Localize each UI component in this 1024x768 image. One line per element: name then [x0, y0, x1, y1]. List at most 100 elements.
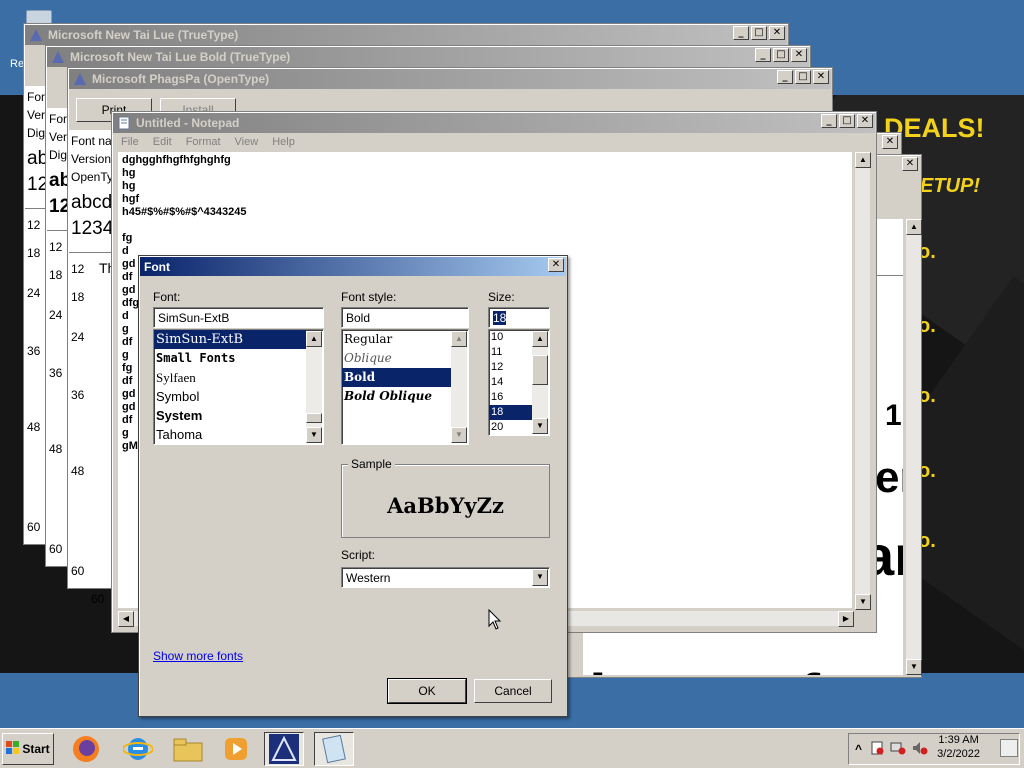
- style-list-scrollbar[interactable]: ▲ ▼: [451, 331, 467, 443]
- title-bar[interactable]: Untitled - Notepad: [113, 113, 875, 133]
- show-desktop-icon[interactable]: [1000, 739, 1018, 757]
- font-style-input[interactable]: Bold: [341, 307, 469, 328]
- minimize-icon[interactable]: _: [733, 26, 749, 40]
- font-list-item[interactable]: Symbol: [154, 387, 323, 406]
- menu-view[interactable]: View: [235, 136, 259, 148]
- font-list-item[interactable]: System: [154, 406, 323, 425]
- scroll-up-icon[interactable]: ▲: [451, 331, 467, 347]
- scroll-up-icon[interactable]: ▲: [306, 331, 322, 347]
- firefox-icon[interactable]: [66, 732, 106, 766]
- chevron-down-icon[interactable]: ▼: [532, 569, 548, 586]
- start-button[interactable]: Start: [2, 733, 54, 765]
- menu-format[interactable]: Format: [186, 136, 221, 148]
- cancel-button[interactable]: Cancel: [474, 679, 552, 703]
- maximize-icon[interactable]: □: [795, 70, 811, 84]
- clock[interactable]: 1:39 AM 3/2/2022: [937, 733, 980, 761]
- maximize-icon[interactable]: □: [839, 114, 855, 128]
- font-list-item[interactable]: Tahoma: [154, 425, 323, 444]
- ad-setup-text: ETUP!: [920, 175, 980, 197]
- scroll-right-icon[interactable]: ▶: [838, 611, 854, 627]
- notepad-line: hg: [122, 167, 136, 179]
- close-icon[interactable]: ✕: [769, 26, 785, 40]
- menu-bar: File Edit Format View Help: [113, 133, 875, 151]
- minimize-icon[interactable]: _: [777, 70, 793, 84]
- font-size-input[interactable]: 18: [488, 307, 550, 328]
- scroll-up-icon[interactable]: ▲: [532, 331, 548, 347]
- media-player-icon[interactable]: [216, 732, 256, 766]
- title-bar[interactable]: Microsoft PhagsPa (OpenType): [69, 69, 831, 89]
- sample-line: 1234: [71, 218, 114, 239]
- font-label: Font:: [153, 290, 181, 304]
- title-bar[interactable]: Microsoft New Tai Lue Bold (TrueType): [47, 47, 809, 67]
- action-center-icon[interactable]: [870, 741, 884, 758]
- internet-explorer-icon[interactable]: [118, 732, 158, 766]
- scroll-down-icon[interactable]: ▼: [451, 427, 467, 443]
- script-select[interactable]: Western ▼: [341, 567, 550, 588]
- font-list-item[interactable]: Sylfaen: [154, 368, 323, 387]
- dialog-title-bar[interactable]: Font: [140, 257, 566, 276]
- clock-date: 3/2/2022: [937, 748, 980, 760]
- style-list-item[interactable]: Bold Oblique: [342, 387, 468, 406]
- font-style-label: Font style:: [341, 290, 397, 304]
- network-icon[interactable]: [890, 741, 906, 758]
- file-explorer-icon[interactable]: [168, 732, 208, 766]
- menu-file[interactable]: File: [121, 136, 139, 148]
- close-icon[interactable]: ✕: [902, 157, 918, 171]
- maximize-icon[interactable]: □: [751, 26, 767, 40]
- ok-button[interactable]: OK: [387, 678, 467, 704]
- font-list-item[interactable]: Small Fonts: [154, 349, 323, 368]
- font-list[interactable]: SimSun-ExtB Small Fonts Sylfaen Symbol S…: [153, 329, 324, 445]
- volume-icon[interactable]: [912, 741, 928, 758]
- close-icon[interactable]: ✕: [813, 70, 829, 84]
- close-icon[interactable]: ✕: [882, 135, 898, 149]
- font-list-item[interactable]: SimSun-ExtB: [154, 330, 306, 349]
- font-list-scrollbar[interactable]: ▲ ▼: [306, 331, 322, 443]
- size-label: 48: [49, 442, 63, 456]
- scroll-down-icon[interactable]: ▼: [906, 659, 922, 675]
- script-value: Western: [346, 571, 391, 585]
- window-title: Microsoft New Tai Lue (TrueType): [48, 28, 239, 42]
- minimize-icon[interactable]: _: [755, 48, 771, 62]
- size-list-item[interactable]: 18: [489, 405, 532, 420]
- scroll-down-icon[interactable]: ▼: [855, 594, 871, 610]
- font-viewer-taskbar-icon[interactable]: [264, 732, 304, 766]
- close-icon[interactable]: ✕: [857, 114, 873, 128]
- font-name-input[interactable]: SimSun-ExtB: [153, 307, 324, 328]
- size-list-scrollbar[interactable]: ▲ ▼: [532, 331, 548, 434]
- close-icon[interactable]: ✕: [548, 258, 564, 272]
- menu-edit[interactable]: Edit: [153, 136, 172, 148]
- show-more-fonts-link[interactable]: Show more fonts: [153, 649, 243, 663]
- sample-label: Sample: [348, 457, 395, 471]
- scroll-thumb[interactable]: [532, 355, 548, 385]
- notepad-line: h45#$%#$%#$^4343245: [122, 206, 247, 218]
- scroll-thumb[interactable]: [306, 413, 322, 423]
- menu-help[interactable]: Help: [272, 136, 295, 148]
- scroll-down-icon[interactable]: ▼: [306, 427, 322, 443]
- style-list-item[interactable]: Regular: [342, 330, 468, 349]
- close-icon[interactable]: ✕: [791, 48, 807, 62]
- maximize-icon[interactable]: □: [773, 48, 789, 62]
- style-list-item[interactable]: Bold: [342, 368, 451, 387]
- tray-chevron-icon[interactable]: ^: [855, 742, 862, 756]
- mouse-cursor-icon: [488, 608, 502, 634]
- scroll-up-icon[interactable]: ▲: [855, 152, 871, 168]
- minimize-icon[interactable]: _: [821, 114, 837, 128]
- size-label: 60: [27, 520, 41, 534]
- font-size-list[interactable]: 10 11 12 14 16 18 20 ▲ ▼: [488, 329, 550, 436]
- size-label: Size:: [488, 290, 515, 304]
- font-dialog[interactable]: Font ✕ Font: SimSun-ExtB SimSun-ExtB Sma…: [138, 255, 568, 717]
- meta-line: Font na: [71, 134, 112, 148]
- vertical-scrollbar[interactable]: ▲ ▼: [854, 152, 871, 610]
- sample-line: abcd: [71, 192, 113, 213]
- notepad-line: [122, 219, 848, 232]
- vertical-scrollbar[interactable]: ▲ ▼: [905, 219, 922, 675]
- preview-line: 1: [885, 399, 902, 432]
- title-bar[interactable]: Microsoft New Tai Lue (TrueType): [25, 25, 787, 45]
- notepad-taskbar-icon[interactable]: [314, 732, 354, 766]
- meta-line: Version: [71, 152, 112, 166]
- scroll-left-icon[interactable]: ◀: [118, 611, 134, 627]
- font-style-list[interactable]: Regular Oblique Bold Bold Oblique ▲ ▼: [341, 329, 469, 445]
- style-list-item[interactable]: Oblique: [342, 349, 468, 368]
- scroll-up-icon[interactable]: ▲: [906, 219, 922, 235]
- scroll-down-icon[interactable]: ▼: [532, 418, 548, 434]
